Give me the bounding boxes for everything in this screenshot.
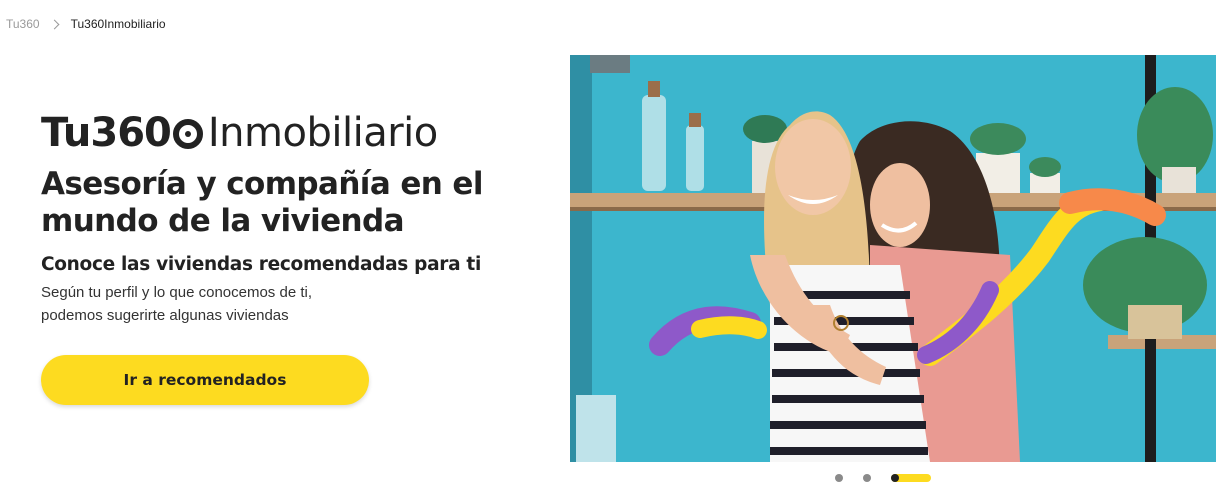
logo-bold-text: Tu360 [41, 110, 172, 156]
tu360-inmobiliario-logo: Tu360 Inmobiliario [41, 108, 541, 158]
description-line-2: podemos sugerirte algunas viviendas [41, 307, 289, 324]
hero-description: Según tu perfil y lo que conocemos de ti… [41, 281, 541, 327]
go-to-recommended-button[interactable]: Ir a recomendados [41, 355, 369, 405]
hero-carousel[interactable] [570, 55, 1216, 462]
breadcrumb-current: Tu360Inmobiliario [70, 17, 166, 31]
hero-subheadline: Conoce las viviendas recomendadas para t… [41, 254, 482, 275]
headline-line-1: Asesoría y compañía en el [41, 166, 483, 202]
hero-headline: Asesoría y compañía en el mundo de la vi… [41, 166, 541, 240]
logo-ring-icon [172, 119, 203, 149]
description-line-1: Según tu perfil y lo que conocemos de ti… [41, 284, 312, 301]
carousel-dot-3-active[interactable] [891, 474, 931, 482]
carousel-dot-2[interactable] [863, 474, 871, 482]
photo-two-women-hugging-icon [570, 55, 1216, 462]
breadcrumb-link-tu360[interactable]: Tu360 [6, 17, 40, 31]
headline-line-2: mundo de la vivienda [41, 203, 405, 239]
hero-text: Tu360 Inmobiliario Asesoría y compañía e… [41, 108, 541, 327]
chevron-right-icon [49, 19, 60, 29]
carousel-dot-1[interactable] [835, 474, 843, 482]
carousel-pagination [835, 474, 931, 482]
logo-light-text: Inmobiliario [207, 110, 438, 156]
breadcrumb: Tu360 Tu360Inmobiliario [6, 15, 166, 33]
